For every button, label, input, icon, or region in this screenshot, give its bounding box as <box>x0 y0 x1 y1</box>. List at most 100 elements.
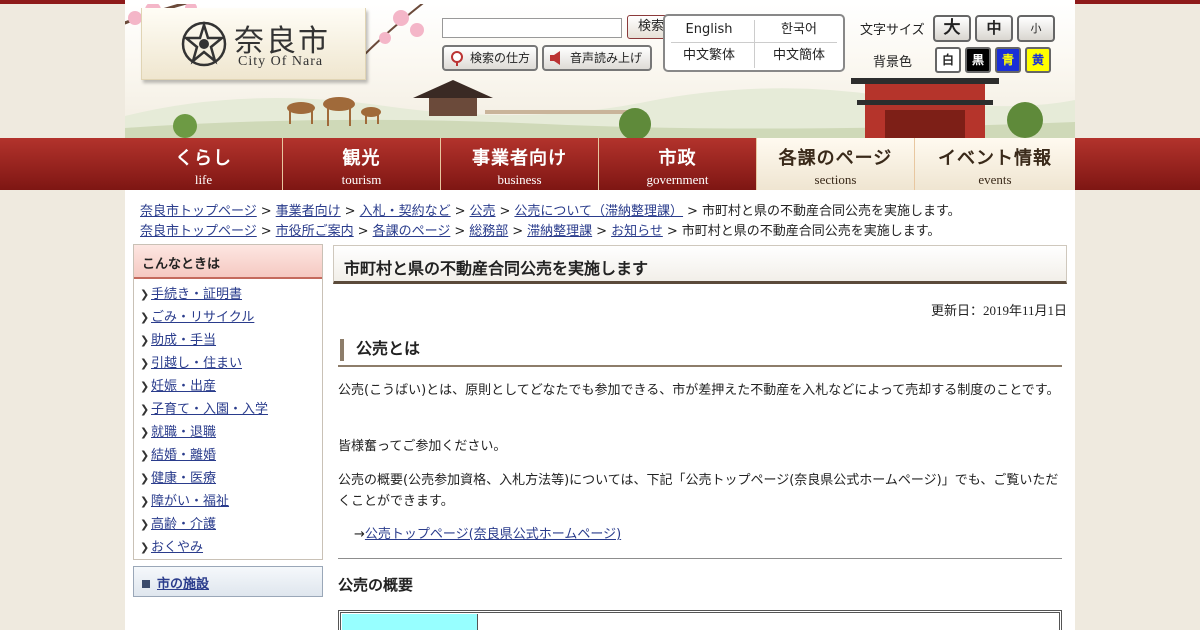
nav-label-en: tourism <box>341 172 382 187</box>
overview-table <box>338 610 1062 630</box>
sidebar-item: ❯ 高齢・介護 <box>134 513 322 536</box>
nav-label-en: business <box>497 172 542 187</box>
arrow-icon: → <box>354 527 365 542</box>
language-selector: English 한국어 中文繁体 中文簡体 <box>663 14 845 72</box>
sidebar-link[interactable]: 妊娠・出産 <box>151 379 216 394</box>
nav-label-jp: 市政 <box>658 148 697 169</box>
language-divider-h <box>671 42 837 43</box>
breadcrumb-link[interactable]: 事業者向け <box>276 204 341 219</box>
nav-government[interactable]: 市政 government <box>599 138 757 190</box>
sidebar-link[interactable]: おくやみ <box>151 540 203 555</box>
chevron-right-icon: ❯ <box>140 380 150 393</box>
facilities-link[interactable]: 市の施設 <box>157 577 209 592</box>
site-header: 奈良市 City Of Nara 検索 検索の仕方 音声読み上げ English… <box>125 4 1075 138</box>
page: 奈良市 City Of Nara 検索 検索の仕方 音声読み上げ English… <box>125 0 1075 630</box>
sidebar-item: ❯ 妊娠・出産 <box>134 375 322 398</box>
sidebar-item: ❯ 助成・手当 <box>134 329 322 352</box>
bg-blue-button[interactable]: 青 <box>995 47 1021 73</box>
nav-label-en: sections <box>814 172 857 187</box>
breadcrumb-link[interactable]: 市役所ご案内 <box>276 224 354 239</box>
sidebar-item: ❯ 引越し・住まい <box>134 352 322 375</box>
sidebar-link[interactable]: 手続き・証明書 <box>151 287 242 302</box>
city-emblem-icon <box>181 20 227 67</box>
read-aloud-button[interactable]: 音声読み上げ <box>542 45 652 71</box>
font-size-large-button[interactable]: 大 <box>933 15 971 42</box>
nav-label-en: life <box>194 172 213 187</box>
chevron-right-icon: ❯ <box>140 495 150 508</box>
sidebar-item: ❯ ごみ・リサイクル <box>134 306 322 329</box>
global-nav: くらし life 観光 tourism 事業者向け business 市政 go… <box>125 138 1075 190</box>
chevron-right-icon: ❯ <box>140 541 150 554</box>
breadcrumb-link[interactable]: お知らせ <box>611 224 663 239</box>
breadcrumb-link[interactable]: 公売について（滞納整理課） <box>514 204 683 219</box>
page-title: 市町村と県の不動産合同公売を実施します <box>333 245 1067 284</box>
language-english[interactable]: English <box>665 17 753 43</box>
font-size-medium-button[interactable]: 中 <box>975 15 1013 42</box>
cherry-blossom-decoration-right <box>361 4 424 59</box>
chevron-right-icon: ❯ <box>140 288 150 301</box>
sidebar-item: ❯ 障がい・福祉 <box>134 490 322 513</box>
language-korean[interactable]: 한국어 <box>755 17 843 43</box>
nav-label-jp: 各課のページ <box>778 148 893 169</box>
chevron-right-icon: ❯ <box>140 472 150 485</box>
nav-tourism[interactable]: 観光 tourism <box>283 138 441 190</box>
nav-sections[interactable]: 各課のページ sections <box>757 138 915 190</box>
sidebar-item: ❯ おくやみ <box>134 536 322 559</box>
sidebar-link[interactable]: 結婚・離婚 <box>151 448 216 463</box>
chevron-right-icon: ❯ <box>140 449 150 462</box>
sidebar-link[interactable]: 引越し・住まい <box>151 356 242 371</box>
breadcrumb-row-1: 奈良市トップページ > 事業者向け > 入札・契約など > 公売 > 公売について（滞納整理課）… <box>140 204 961 219</box>
breadcrumb-link[interactable]: 奈良市トップページ <box>140 204 257 219</box>
bg-yellow-button[interactable]: 黄 <box>1025 47 1051 73</box>
sidebar-item: ❯ 結婚・離婚 <box>134 444 322 467</box>
sidebar-link[interactable]: 子育て・入園・入学 <box>151 402 268 417</box>
language-simplified-chinese[interactable]: 中文簡体 <box>755 43 843 69</box>
sidebar-link[interactable]: 高齢・介護 <box>151 517 216 532</box>
search-input[interactable] <box>442 18 622 38</box>
breadcrumb-row-2: 奈良市トップページ > 市役所ご案内 > 各課のページ > 総務部 > 滞納整理課 > お知らせ > 市… <box>140 224 941 239</box>
font-size-label: 文字サイズ <box>860 23 925 38</box>
bg-color-label: 背景色 <box>873 55 913 70</box>
nav-label-jp: 事業者向け <box>472 148 567 169</box>
chevron-right-icon: ❯ <box>140 311 150 324</box>
sidebar-link[interactable]: 助成・手当 <box>151 333 216 348</box>
sidebar-link[interactable]: 障がい・福祉 <box>151 494 229 509</box>
sidebar-life-events: こんなときは ❯ 手続き・証明書 ❯ ごみ・リサイクル ❯ 助成・手当 ❯ 引越し・住ま… <box>133 244 323 560</box>
breadcrumb-link[interactable]: 滞納整理課 <box>527 224 592 239</box>
breadcrumb-link[interactable]: 入札・契約など <box>360 204 451 219</box>
read-aloud-label: 音声読み上げ <box>570 51 643 65</box>
sidebar-link[interactable]: 健康・医療 <box>151 471 216 486</box>
site-logo[interactable]: 奈良市 City Of Nara <box>141 8 366 80</box>
sidebar-item: ❯ 子育て・入園・入学 <box>134 398 322 421</box>
nav-events[interactable]: イベント情報 events <box>915 138 1075 190</box>
bg-black-button[interactable]: 黒 <box>965 47 991 73</box>
nav-life[interactable]: くらし life <box>125 138 283 190</box>
sidebar-facilities: 市の施設 <box>133 566 323 597</box>
chevron-right-icon: ❯ <box>140 403 150 416</box>
divider <box>338 558 1062 559</box>
sidebar-item: ❯ 健康・医療 <box>134 467 322 490</box>
breadcrumb-link[interactable]: 奈良市トップページ <box>140 224 257 239</box>
sidebar-link[interactable]: ごみ・リサイクル <box>151 310 254 325</box>
section-heading: 公売とは <box>338 337 1062 367</box>
sidebar-heading: こんなときは <box>134 245 322 279</box>
how-to-search-label: 検索の仕方 <box>470 51 531 65</box>
breadcrumb-link[interactable]: 各課のページ <box>373 224 451 239</box>
chevron-right-icon: ❯ <box>140 518 150 531</box>
font-size-small-button[interactable]: 小 <box>1017 15 1055 42</box>
language-traditional-chinese[interactable]: 中文繁体 <box>665 43 753 69</box>
breadcrumb-link[interactable]: 公売 <box>470 204 496 219</box>
nav-business[interactable]: 事業者向け business <box>441 138 599 190</box>
sidebar-list: ❯ 手続き・証明書 ❯ ごみ・リサイクル ❯ 助成・手当 ❯ 引越し・住まい ❯ 妊娠・出… <box>134 279 322 559</box>
how-to-search-button[interactable]: 検索の仕方 <box>442 45 538 71</box>
paragraph-definition: 公売(こうばい)とは、原則としてどなたでも参加できる、市が差押えた不動産を入札な… <box>338 383 1060 398</box>
breadcrumb-link[interactable]: 総務部 <box>469 224 508 239</box>
chevron-right-icon: ❯ <box>140 357 150 370</box>
overview-heading: 公売の概要 <box>338 576 414 594</box>
sidebar-link[interactable]: 就職・退職 <box>151 425 216 440</box>
chevron-right-icon: ❯ <box>140 334 150 347</box>
prefecture-auction-link[interactable]: 公売トップページ(奈良県公式ホームページ) <box>365 527 621 542</box>
paragraph-overview: 公売の概要(公売参加資格、入札方法等)については、下記「公売トップページ(奈良県… <box>338 473 1059 509</box>
bg-white-button[interactable]: 白 <box>935 47 961 73</box>
sidebar-item: ❯ 就職・退職 <box>134 421 322 444</box>
